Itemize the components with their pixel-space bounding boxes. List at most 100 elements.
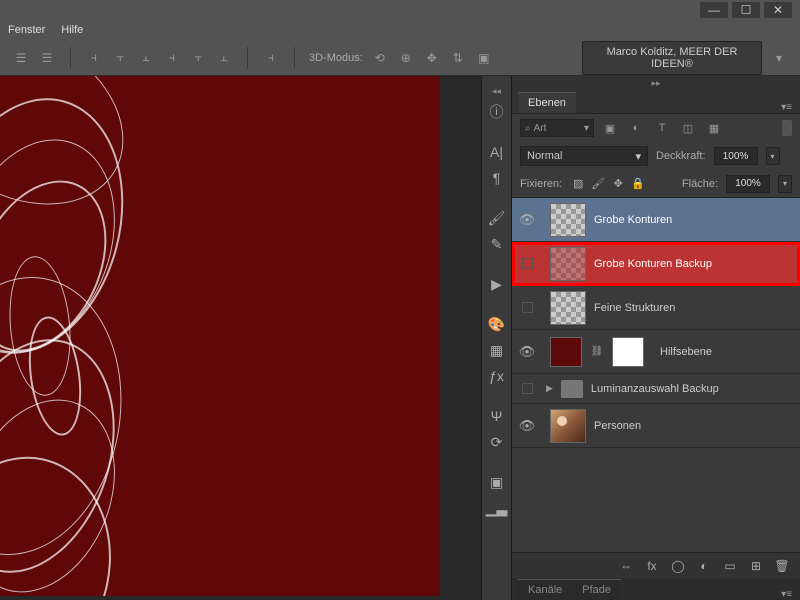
- tab-kanaele[interactable]: Kanäle: [518, 579, 572, 600]
- distribute-icon[interactable]: ⫞: [85, 49, 103, 67]
- visibility-toggle[interactable]: 👁: [512, 344, 542, 360]
- layer-row[interactable]: Grobe Konturen Backup: [512, 242, 800, 286]
- new-layer-icon[interactable]: ⊞: [746, 557, 766, 575]
- delete-layer-icon[interactable]: 🗑: [772, 557, 792, 575]
- 3d-slide-icon[interactable]: ⇅: [449, 49, 467, 67]
- lock-all-icon[interactable]: 🔒: [630, 176, 646, 192]
- fill-label: Fläche:: [682, 178, 718, 190]
- swatches-panel-icon[interactable]: ▦: [485, 338, 509, 362]
- tab-ebenen[interactable]: Ebenen: [518, 92, 576, 113]
- chevron-down-icon: [584, 123, 589, 134]
- distribute-icon[interactable]: ⫟: [111, 49, 129, 67]
- layers-footer: ⇔ fx ◯ ◐ ▭ ⊞ 🗑: [512, 552, 800, 578]
- blend-mode-select[interactable]: Normal: [520, 146, 648, 166]
- fill-input[interactable]: 100%: [726, 175, 770, 193]
- tab-pfade[interactable]: Pfade: [572, 579, 621, 600]
- new-group-icon[interactable]: ▭: [720, 557, 740, 575]
- align-icon[interactable]: ☰: [12, 49, 30, 67]
- close-button[interactable]: ✕: [764, 2, 792, 18]
- options-bar: ☰ ☰ ⫞ ⫟ ⫠ ⫞ ⫟ ⫠ ⫞ 3D-Modus: ⟲ ⊕ ✥ ⇅ ▣ Ma…: [0, 40, 800, 76]
- layer-fx-icon[interactable]: fx: [642, 557, 662, 575]
- collapse-panels-icon[interactable]: ▸▸: [512, 76, 800, 90]
- panel-menu-icon[interactable]: ▾≡: [773, 102, 800, 113]
- 3d-camera-icon[interactable]: ▣: [475, 49, 493, 67]
- panel-menu-icon[interactable]: ▾≡: [773, 589, 800, 600]
- distribute-icon[interactable]: ⫠: [137, 49, 155, 67]
- visibility-toggle[interactable]: [512, 258, 542, 269]
- layer-thumbnail[interactable]: [550, 291, 586, 325]
- layer-row[interactable]: 👁 Grobe Konturen: [512, 198, 800, 242]
- document-canvas[interactable]: [0, 76, 440, 596]
- visibility-toggle[interactable]: 👁: [512, 212, 542, 228]
- panel-tabs: Ebenen ▾≡: [512, 90, 800, 114]
- layer-row[interactable]: 👁 ⛓ Hilfsebene: [512, 330, 800, 374]
- chevron-down-icon[interactable]: [778, 175, 792, 193]
- folder-icon: [561, 380, 583, 398]
- layer-name: Luminanzauswahl Backup: [591, 383, 719, 395]
- 3d-pan-icon[interactable]: ✥: [423, 49, 441, 67]
- navigator-panel-icon[interactable]: ▣: [485, 470, 509, 494]
- paragraph-panel-icon[interactable]: ¶: [485, 166, 509, 190]
- history-panel-icon[interactable]: ⟳: [485, 430, 509, 454]
- plugin-panel-icon[interactable]: Ψ: [485, 404, 509, 428]
- visibility-toggle[interactable]: [512, 383, 542, 394]
- layer-mask-thumbnail[interactable]: [612, 337, 644, 367]
- add-mask-icon[interactable]: ◯: [668, 557, 688, 575]
- visibility-toggle[interactable]: [512, 302, 542, 313]
- brushes-panel-icon[interactable]: ✎: [485, 232, 509, 256]
- 3d-orbit-icon[interactable]: ⟲: [371, 49, 389, 67]
- brush-panel-icon[interactable]: 🖌: [485, 206, 509, 230]
- filter-shape-icon[interactable]: ◫: [678, 119, 698, 137]
- histogram-panel-icon[interactable]: ▁▃: [485, 496, 509, 520]
- layer-thumbnail[interactable]: [550, 409, 586, 443]
- filter-adjust-icon[interactable]: ◐: [626, 119, 646, 137]
- layer-thumbnail[interactable]: [550, 337, 582, 367]
- color-panel-icon[interactable]: 🎨: [485, 312, 509, 336]
- lock-position-icon[interactable]: ✥: [610, 176, 626, 192]
- distribute-icon[interactable]: ⫞: [163, 49, 181, 67]
- opacity-input[interactable]: 100%: [714, 147, 758, 165]
- 3d-roll-icon[interactable]: ⊕: [397, 49, 415, 67]
- info-panel-icon[interactable]: ⓘ: [485, 100, 509, 124]
- distribute-icon[interactable]: ⫠: [215, 49, 233, 67]
- layer-search-input[interactable]: ⌕ Art: [520, 119, 594, 137]
- filter-smart-icon[interactable]: ▦: [704, 119, 724, 137]
- link-layers-icon[interactable]: ⇔: [616, 557, 636, 575]
- chevron-down-icon[interactable]: [770, 49, 788, 67]
- collapsed-panel-dock: ◂◂ ⓘ A| ¶ 🖌 ✎ ▶ 🎨 ▦ ƒx Ψ ⟳ ▣ ▁▃: [482, 76, 512, 600]
- layer-thumbnail[interactable]: [550, 203, 586, 237]
- minimize-button[interactable]: —: [700, 2, 728, 18]
- maximize-button[interactable]: ☐: [732, 2, 760, 18]
- character-panel-icon[interactable]: A|: [485, 140, 509, 164]
- layers-list: 👁 Grobe Konturen Grobe Konturen Backup F…: [512, 198, 800, 552]
- layer-thumbnail[interactable]: [550, 247, 586, 281]
- filter-image-icon[interactable]: ▣: [600, 119, 620, 137]
- distribute-icon[interactable]: ⫞: [262, 49, 280, 67]
- canvas-area[interactable]: [0, 76, 482, 600]
- filter-toggle[interactable]: [782, 120, 792, 136]
- lock-transparency-icon[interactable]: ▨: [570, 176, 586, 192]
- layer-row[interactable]: Feine Strukturen: [512, 286, 800, 330]
- blend-row: Normal Deckkraft: 100%: [512, 142, 800, 170]
- layer-name: Personen: [594, 420, 641, 432]
- search-text: Art: [534, 123, 547, 134]
- user-chip[interactable]: Marco Kolditz, MEER DER IDEEN®: [582, 41, 762, 75]
- expand-arrow-icon[interactable]: ▶: [546, 383, 553, 394]
- distribute-icon[interactable]: ⫟: [189, 49, 207, 67]
- expand-dock-icon[interactable]: ◂◂: [482, 84, 511, 98]
- adjustment-layer-icon[interactable]: ◐: [694, 557, 714, 575]
- align-icon[interactable]: ☰: [38, 49, 56, 67]
- styles-panel-icon[interactable]: ƒx: [485, 364, 509, 388]
- layer-row[interactable]: 👁 Personen: [512, 404, 800, 448]
- layer-group-row[interactable]: ▶ Luminanzauswahl Backup: [512, 374, 800, 404]
- chevron-down-icon[interactable]: [766, 147, 780, 165]
- 3d-mode-label: 3D-Modus:: [309, 52, 363, 64]
- mask-link-icon[interactable]: ⛓: [590, 346, 604, 357]
- lock-pixels-icon[interactable]: 🖌: [590, 176, 606, 192]
- menu-hilfe[interactable]: Hilfe: [61, 24, 83, 36]
- menu-fenster[interactable]: Fenster: [8, 24, 45, 36]
- layer-name: Feine Strukturen: [594, 302, 675, 314]
- filter-type-icon[interactable]: T: [652, 119, 672, 137]
- actions-panel-icon[interactable]: ▶: [485, 272, 509, 296]
- visibility-toggle[interactable]: 👁: [512, 418, 542, 434]
